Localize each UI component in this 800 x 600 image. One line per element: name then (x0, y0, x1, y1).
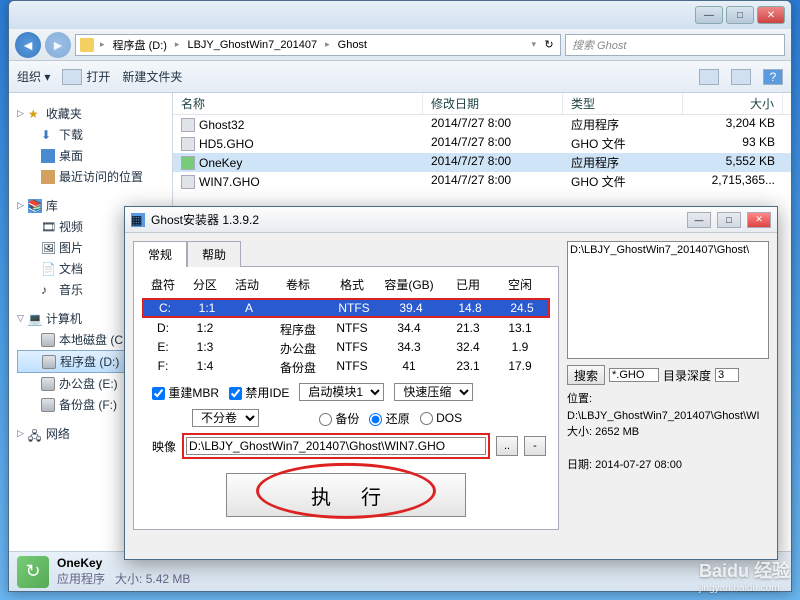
explorer-titlebar: — □ ✕ (9, 1, 791, 29)
backup-radio[interactable]: 备份 (319, 410, 359, 427)
disk-row-c[interactable]: C:1:1ANTFS39.414.824.5 (144, 300, 548, 316)
dos-radio[interactable]: DOS (420, 411, 462, 425)
ghost-dialog: ▦ Ghost安装器 1.3.9.2 — □ ✕ 常规 帮助 盘符分区活动卷标格… (124, 206, 778, 560)
back-button[interactable]: ◄ (15, 32, 41, 58)
disk-table: 盘符分区活动卷标格式容量(GB)已用空闲 C:1:1ANTFS39.414.82… (142, 273, 550, 377)
disk-row-f[interactable]: F:1:4备份盘NTFS4123.117.9 (142, 358, 550, 377)
favorites-group[interactable]: ▷★收藏夹 (17, 103, 164, 124)
dialog-maximize-button[interactable]: □ (717, 212, 741, 228)
sidebar-item-desktop[interactable]: 桌面 (17, 145, 164, 166)
maximize-button[interactable]: □ (726, 6, 754, 24)
status-filename: OneKey (57, 556, 102, 570)
minimize-button[interactable]: — (695, 6, 723, 24)
close-button[interactable]: ✕ (757, 6, 785, 24)
dialog-minimize-button[interactable]: — (687, 212, 711, 228)
file-row[interactable]: Ghost322014/7/27 8:00应用程序3,204 KB (173, 115, 791, 134)
watermark: Baidu 经验 jingyan.baidu.com (699, 557, 790, 594)
organize-button[interactable]: 组织 ▾ (17, 68, 50, 85)
split-select[interactable]: 不分卷 (192, 409, 259, 427)
disk-row-e[interactable]: E:1:3办公盘NTFS34.332.41.9 (142, 339, 550, 358)
compress-select[interactable]: 快速压缩 (394, 383, 473, 401)
file-row[interactable]: HD5.GHO2014/7/27 8:00GHO 文件93 KB (173, 134, 791, 153)
execute-button[interactable]: 执行 (226, 473, 466, 517)
app-icon: ▦ (131, 213, 145, 227)
ide-checkbox[interactable]: 禁用IDE (229, 384, 289, 401)
path-textarea[interactable]: D:\LBJY_GhostWin7_201407\Ghost\ (567, 241, 769, 359)
depth-input[interactable] (715, 368, 739, 382)
file-list-header[interactable]: 名称 修改日期 类型 大小 (173, 93, 791, 115)
info-panel: 位置: D:\LBJY_GhostWin7_201407\Ghost\WI 大小… (567, 391, 769, 474)
sidebar-item-recent[interactable]: 最近访问的位置 (17, 166, 164, 187)
breadcrumb-part[interactable]: Ghost (336, 39, 369, 51)
file-row[interactable]: OneKey2014/7/27 8:00应用程序5,552 KB (173, 153, 791, 172)
red-highlight-path (182, 433, 490, 459)
image-path-input[interactable] (186, 437, 486, 455)
boot-module-select[interactable]: 启动模块1 (299, 383, 384, 401)
dialog-title: Ghost安装器 1.3.9.2 (151, 211, 259, 228)
sidebar-item-downloads[interactable]: ⬇下载 (17, 124, 164, 145)
search-ext-input[interactable] (609, 368, 659, 382)
browse-button[interactable]: .. (496, 436, 518, 456)
breadcrumb-part[interactable]: 程序盘 (D:) (111, 37, 169, 53)
status-type: 应用程序 (57, 572, 105, 586)
tab-normal[interactable]: 常规 (133, 241, 187, 267)
preview-icon[interactable] (731, 69, 751, 85)
disk-row-d[interactable]: D:1:2程序盘NTFS34.421.313.1 (142, 320, 550, 339)
view-icon[interactable] (699, 69, 719, 85)
explorer-nav: ◄ ► ▸ 程序盘 (D:)▸ LBJY_GhostWin7_201407▸ G… (9, 29, 791, 61)
image-label: 映像 (152, 438, 176, 455)
tab-help[interactable]: 帮助 (187, 241, 241, 267)
tab-panel: 盘符分区活动卷标格式容量(GB)已用空闲 C:1:1ANTFS39.414.82… (133, 266, 559, 530)
file-big-icon: ↻ (17, 556, 49, 588)
search-button[interactable]: 搜索 (567, 365, 605, 385)
breadcrumb-part[interactable]: LBJY_GhostWin7_201407 (185, 39, 319, 51)
dialog-titlebar: ▦ Ghost安装器 1.3.9.2 — □ ✕ (125, 207, 777, 233)
status-size: 5.42 MB (146, 572, 191, 586)
folder-icon (80, 38, 94, 52)
breadcrumb[interactable]: ▸ 程序盘 (D:)▸ LBJY_GhostWin7_201407▸ Ghost… (75, 34, 561, 56)
forward-button[interactable]: ► (45, 32, 71, 58)
dialog-close-button[interactable]: ✕ (747, 212, 771, 228)
mbr-checkbox[interactable]: 重建MBR (152, 384, 219, 401)
depth-label: 目录深度 (663, 367, 711, 384)
explorer-toolbar: 组织 ▾ 打开 新建文件夹 ? (9, 61, 791, 93)
newfolder-button[interactable]: 新建文件夹 (122, 68, 182, 85)
file-row[interactable]: WIN7.GHO2014/7/27 8:00GHO 文件2,715,365... (173, 172, 791, 191)
clear-button[interactable]: - (524, 436, 546, 456)
restore-radio[interactable]: 还原 (369, 410, 409, 427)
search-input[interactable]: 搜索 Ghost (565, 34, 785, 56)
help-icon[interactable]: ? (763, 69, 783, 85)
red-highlight-row: C:1:1ANTFS39.414.824.5 (142, 298, 550, 318)
open-button[interactable]: 打开 (62, 68, 110, 85)
